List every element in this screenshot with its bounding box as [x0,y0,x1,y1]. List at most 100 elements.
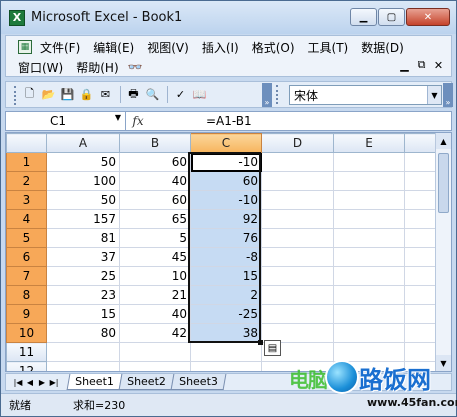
cell-b[interactable]: 45 [119,247,191,267]
cell-c[interactable]: -25 [190,304,262,324]
cell-b[interactable]: 21 [119,285,191,305]
cell-c[interactable]: -10 [190,152,262,172]
cell-c[interactable]: 38 [190,323,262,343]
next-sheet-icon[interactable]: ▶ [36,378,48,387]
workbook-icon[interactable]: ▦ [18,40,32,54]
cell-c[interactable]: 92 [190,209,262,229]
cell-e[interactable] [333,152,405,172]
fill-handle[interactable] [258,340,263,345]
scroll-thumb[interactable] [438,153,449,213]
research-icon[interactable]: 📖 [191,86,208,103]
cell-b[interactable]: 42 [119,323,191,343]
cell-c[interactable]: -10 [190,190,262,210]
column-header-d[interactable]: D [261,133,334,153]
sheet-tab-sheet3[interactable]: Sheet3 [170,374,226,390]
doc-close-icon[interactable]: ✕ [430,57,447,73]
cell-c[interactable] [190,361,262,371]
cell-b[interactable] [119,342,191,362]
cell-e[interactable] [333,304,405,324]
cell-a[interactable]: 37 [46,247,120,267]
column-header-e[interactable]: E [333,133,405,153]
print-icon[interactable]: 🖶 [125,86,142,103]
cell-d[interactable] [261,361,334,371]
first-sheet-icon[interactable]: |◀ [12,378,24,387]
row-header[interactable]: 7 [6,266,47,286]
sheet-tab-sheet1[interactable]: Sheet1 [66,374,123,390]
cell-a[interactable]: 81 [46,228,120,248]
new-icon[interactable]: 🗋 [21,86,38,103]
cell-c[interactable] [190,342,262,362]
doc-minimize-icon[interactable]: ▁ [396,57,413,73]
cell-a[interactable]: 15 [46,304,120,324]
maximize-button[interactable]: ▢ [378,8,405,26]
print-preview-icon[interactable]: 🔍 [144,86,161,103]
cell-e[interactable] [333,266,405,286]
cell-c[interactable]: 60 [190,171,262,191]
row-header[interactable]: 5 [6,228,47,248]
cell-b[interactable] [119,361,191,371]
menu-edit[interactable]: 编辑(E) [93,39,134,56]
vertical-scrollbar[interactable]: ▲ ▼ [435,133,451,371]
cell-e[interactable] [333,228,405,248]
spelling-icon[interactable]: ✓ [172,86,189,103]
cell-b[interactable]: 60 [119,190,191,210]
menu-window[interactable]: 窗口(W) [18,59,63,76]
cell-c[interactable]: -8 [190,247,262,267]
toolbar-options-icon[interactable]: » [262,83,272,107]
cell-b[interactable]: 40 [119,171,191,191]
format-toolbar-grip[interactable] [276,85,279,104]
menu-insert[interactable]: 插入(I) [202,39,239,56]
glasses-icon[interactable]: 👓 [128,60,143,74]
worksheet-grid[interactable]: A B C D E 1 50 60 -10 2 100 40 60 3 50 60 -10 4 157 65… [5,132,452,372]
row-header[interactable]: 3 [6,190,47,210]
cell-b[interactable]: 40 [119,304,191,324]
column-header-b[interactable]: B [119,133,191,153]
cell-d[interactable] [261,266,334,286]
cell-a[interactable]: 157 [46,209,120,229]
cell-d[interactable] [261,209,334,229]
cell-a[interactable]: 100 [46,171,120,191]
toolbar-grip[interactable] [14,86,17,105]
last-sheet-icon[interactable]: ▶| [48,378,60,387]
cell-b[interactable]: 60 [119,152,191,172]
cell-d[interactable] [261,304,334,324]
cell-c[interactable]: 15 [190,266,262,286]
cell-e[interactable] [333,342,405,362]
row-header[interactable]: 1 [6,152,47,172]
font-name-select[interactable]: 宋体 ▼ [289,85,442,105]
cell-e[interactable] [333,247,405,267]
insert-function-button[interactable]: fx [126,112,150,130]
menu-help[interactable]: 帮助(H) [76,59,118,76]
cell-d[interactable] [261,247,334,267]
format-toolbar-options-icon[interactable]: » [443,83,453,107]
cell-b[interactable]: 65 [119,209,191,229]
row-header[interactable]: 9 [6,304,47,324]
open-icon[interactable]: 📂 [40,86,57,103]
close-button[interactable]: ✕ [406,8,450,26]
menu-view[interactable]: 视图(V) [147,39,189,56]
sheet-tab-sheet2[interactable]: Sheet2 [118,374,175,390]
menu-tools[interactable]: 工具(T) [308,39,349,56]
cell-b[interactable]: 5 [119,228,191,248]
cell-d[interactable] [261,190,334,210]
auto-fill-options-icon[interactable]: ▤ [264,340,281,356]
row-header[interactable]: 11 [6,342,47,362]
cell-a[interactable]: 23 [46,285,120,305]
row-header[interactable]: 4 [6,209,47,229]
cell-e[interactable] [333,323,405,343]
cell-d[interactable] [261,152,334,172]
cell-c[interactable]: 2 [190,285,262,305]
name-box[interactable]: C1 ▼ [6,112,126,130]
row-header[interactable]: 12 [6,361,47,371]
cell-a[interactable] [46,342,120,362]
prev-sheet-icon[interactable]: ◀ [24,378,36,387]
menu-data[interactable]: 数据(D) [361,39,404,56]
row-header[interactable]: 6 [6,247,47,267]
minimize-button[interactable]: ▁ [350,8,377,26]
row-header[interactable]: 8 [6,285,47,305]
cell-e[interactable] [333,361,405,371]
cell-a[interactable]: 50 [46,190,120,210]
formula-input[interactable]: =A1-B1 [150,112,252,130]
cell-d[interactable] [261,285,334,305]
scroll-down-icon[interactable]: ▼ [436,355,451,371]
